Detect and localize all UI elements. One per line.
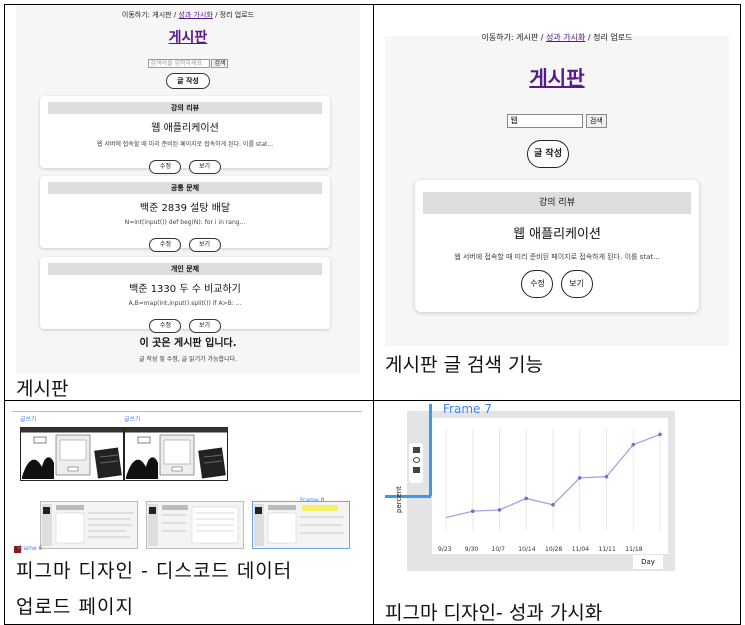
table-border-right: [740, 4, 741, 625]
table-grid: [0, 0, 745, 625]
table-border-center: [373, 4, 374, 625]
table-border-left: [4, 4, 5, 625]
